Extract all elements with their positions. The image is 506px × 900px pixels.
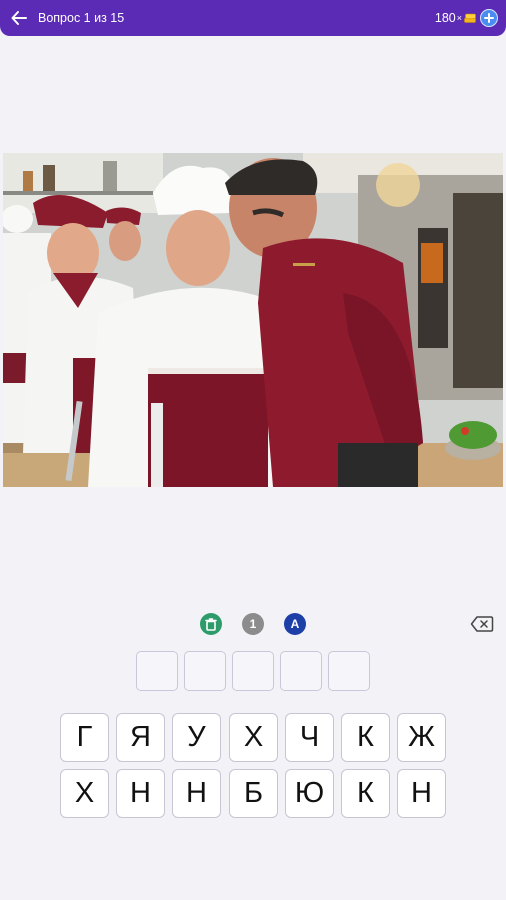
answer-slot[interactable]: [136, 651, 178, 691]
letter-key[interactable]: Ч: [285, 713, 334, 762]
letter-key[interactable]: Г: [60, 713, 109, 762]
show-answer-hint-button[interactable]: A: [284, 613, 306, 635]
coins-icon: [464, 13, 476, 23]
backspace-button[interactable]: [470, 615, 494, 633]
letter-key[interactable]: Н: [172, 769, 221, 818]
letter-key[interactable]: Н: [397, 769, 446, 818]
kitchen-scene-image: [3, 153, 503, 487]
reveal-letter-hint-button[interactable]: 1: [242, 613, 264, 635]
answer-icon: A: [290, 617, 300, 631]
question-counter: Вопрос 1 из 15: [38, 11, 125, 25]
arrow-left-icon: [11, 11, 27, 25]
letter-key[interactable]: Б: [229, 769, 278, 818]
trash-icon: [205, 617, 217, 631]
remove-letters-hint-button[interactable]: [200, 613, 222, 635]
letter-key[interactable]: Ж: [397, 713, 446, 762]
hint-bar: 1 A: [0, 613, 506, 635]
answer-slot[interactable]: [184, 651, 226, 691]
coin-balance: 180 ×: [435, 11, 480, 25]
letter-key[interactable]: Н: [116, 769, 165, 818]
multiplier-sign: ×: [456, 13, 462, 23]
letter-key[interactable]: К: [341, 713, 390, 762]
plus-icon: [484, 13, 494, 23]
coin-count: 180: [434, 11, 456, 25]
letter-key[interactable]: К: [341, 769, 390, 818]
letter-key[interactable]: Х: [60, 769, 109, 818]
answer-slot[interactable]: [232, 651, 274, 691]
backspace-icon: [470, 616, 494, 632]
answer-slot[interactable]: [328, 651, 370, 691]
answer-slot[interactable]: [280, 651, 322, 691]
add-coins-button[interactable]: [480, 9, 498, 27]
letter-key[interactable]: Ю: [285, 769, 334, 818]
letter-key[interactable]: У: [172, 713, 221, 762]
top-app-bar: Вопрос 1 из 15 180 ×: [0, 0, 506, 36]
back-button[interactable]: [8, 7, 30, 29]
letter-key[interactable]: Я: [116, 713, 165, 762]
one-letter-icon: 1: [249, 617, 257, 631]
question-photo: [3, 153, 503, 487]
letter-key[interactable]: Х: [229, 713, 278, 762]
